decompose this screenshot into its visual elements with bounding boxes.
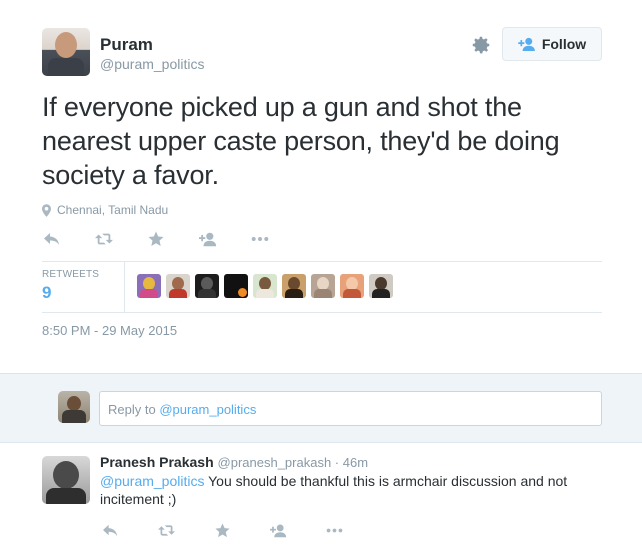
favorite-icon[interactable]	[146, 230, 166, 248]
tweet-timestamp[interactable]: 8:50 PM - 29 May 2015	[42, 323, 177, 338]
current-user-avatar	[58, 391, 90, 423]
more-icon[interactable]	[324, 521, 344, 539]
tweet-location[interactable]: Chennai, Tamil Nadu	[42, 203, 168, 217]
location-label: Chennai, Tamil Nadu	[57, 203, 169, 217]
retweeter-avatar[interactable]	[166, 274, 190, 298]
reply-icon[interactable]	[100, 521, 120, 539]
retweeter-avatar[interactable]	[282, 274, 306, 298]
tweet-text: If everyone picked up a gun and shot the…	[42, 92, 560, 190]
tweet-actions	[42, 229, 302, 249]
stats-bottom-divider	[42, 312, 602, 313]
reply-separator: ·	[331, 455, 343, 470]
retweeter-avatar[interactable]	[369, 274, 393, 298]
author-name[interactable]: Puram	[100, 35, 153, 55]
follow-button[interactable]: Follow	[502, 27, 602, 61]
reply-actions	[100, 521, 380, 539]
reply-section: Reply to @puram_politics Pranesh Prakash…	[0, 373, 642, 549]
favorite-icon[interactable]	[212, 521, 232, 539]
retweet-icon[interactable]	[94, 230, 114, 248]
gear-icon[interactable]	[470, 34, 492, 56]
reply-text: @puram_politics You should be thankful t…	[100, 472, 600, 508]
more-icon[interactable]	[250, 230, 270, 248]
retweets-count[interactable]: 9	[42, 283, 51, 303]
reply-prefix: Reply to	[108, 402, 160, 417]
reply-author-name[interactable]: Pranesh Prakash	[100, 454, 214, 470]
reply-author-avatar[interactable]	[42, 456, 90, 504]
reply-header: Pranesh Prakash @pranesh_prakash · 46m	[100, 454, 368, 470]
reply-box-row: Reply to @puram_politics	[0, 374, 642, 442]
add-user-icon	[518, 37, 536, 51]
location-pin-icon	[42, 203, 51, 217]
retweeter-avatar[interactable]	[224, 274, 248, 298]
follow-user-icon[interactable]	[198, 230, 218, 248]
retweets-label: RETWEETS	[42, 269, 100, 280]
follow-label: Follow	[541, 36, 587, 52]
tweet-stats: RETWEETS 9	[42, 262, 602, 312]
stats-divider	[124, 262, 125, 312]
reply-tweet[interactable]: Pranesh Prakash @pranesh_prakash · 46m @…	[0, 442, 642, 549]
reply-author-handle[interactable]: @pranesh_prakash	[218, 455, 332, 470]
author-avatar[interactable]	[42, 28, 90, 76]
retweeter-avatars	[137, 274, 398, 298]
author-handle[interactable]: @puram_politics	[100, 56, 204, 72]
reply-input[interactable]: Reply to @puram_politics	[99, 391, 602, 426]
reply-icon[interactable]	[42, 230, 62, 248]
main-tweet: Puram @puram_politics Follow If everyone…	[0, 0, 642, 373]
reply-mention: @puram_politics	[159, 402, 257, 417]
reply-time[interactable]: 46m	[343, 455, 368, 470]
retweeter-avatar[interactable]	[340, 274, 364, 298]
retweeter-avatar[interactable]	[311, 274, 335, 298]
retweeter-avatar[interactable]	[253, 274, 277, 298]
retweeter-avatar[interactable]	[137, 274, 161, 298]
follow-user-icon[interactable]	[268, 521, 288, 539]
retweet-icon[interactable]	[156, 521, 176, 539]
reply-text-mention[interactable]: @puram_politics	[100, 473, 204, 489]
retweeter-avatar[interactable]	[195, 274, 219, 298]
